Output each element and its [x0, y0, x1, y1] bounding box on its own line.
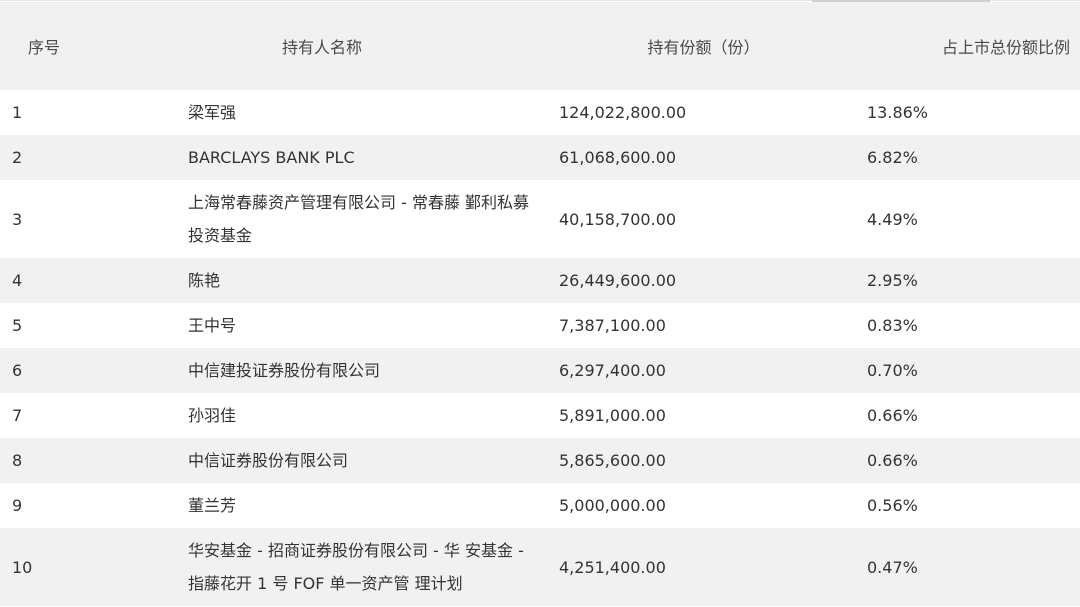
row-shares: 7,387,100.00: [559, 316, 666, 335]
row-shares: 5,865,600.00: [559, 451, 666, 470]
row-holder-name: 上海常春藤资产管理有限公司 - 常春藤 鄞利私募投资基金: [188, 193, 530, 245]
row-index: 7: [12, 406, 23, 425]
row-index: 3: [12, 209, 23, 229]
row-ratio: 0.66%: [867, 406, 918, 425]
row-holder-name: 华安基金 - 招商证券股份有限公司 - 华 安基金 - 指藤花开 1 号 FOF…: [188, 541, 524, 593]
holders-table-panel: 序号 持有人名称 持有份额（份） 占上市总份额比例 1 梁军强 124,022,…: [0, 0, 1080, 607]
header-shares: 持有份额（份）: [647, 38, 760, 57]
row-index: 6: [12, 361, 23, 380]
row-ratio: 0.83%: [867, 316, 918, 335]
row-index: 8: [12, 451, 23, 470]
row-shares: 61,068,600.00: [559, 148, 677, 167]
row-holder-name: 梁军强: [188, 103, 237, 122]
row-index: 9: [12, 496, 23, 515]
row-holder-name: 中信证券股份有限公司: [188, 451, 349, 470]
row-holder-name: 董兰芳: [188, 496, 237, 515]
row-holder-name: 孙羽佳: [188, 406, 237, 425]
row-ratio: 4.49%: [867, 209, 918, 229]
table-row: 6 中信建投证券股份有限公司 6,297,400.00 0.70%: [0, 348, 1080, 393]
row-shares: 5,000,000.00: [559, 496, 666, 515]
holders-table: 序号 持有人名称 持有份额（份） 占上市总份额比例 1 梁军强 124,022,…: [0, 2, 1080, 606]
row-shares: 4,251,400.00: [559, 557, 666, 577]
header-ratio: 占上市总份额比例: [941, 38, 1070, 57]
table-row: 5 王中号 7,387,100.00 0.83%: [0, 303, 1080, 348]
row-shares: 5,891,000.00: [559, 406, 666, 425]
row-shares: 40,158,700.00: [559, 209, 677, 229]
row-holder-name: 中信建投证券股份有限公司: [188, 361, 381, 380]
table-header-row: 序号 持有人名称 持有份额（份） 占上市总份额比例: [0, 2, 1080, 90]
row-holder-name: 王中号: [188, 316, 237, 335]
row-ratio: 2.95%: [867, 271, 918, 290]
row-index: 5: [12, 316, 23, 335]
row-holder-name: BARCLAYS BANK PLC: [188, 148, 355, 167]
table-row: 10 华安基金 - 招商证券股份有限公司 - 华 安基金 - 指藤花开 1 号 …: [0, 528, 1080, 606]
row-index: 2: [12, 148, 23, 167]
row-holder-name: 陈艳: [188, 271, 221, 290]
table-row: 3 上海常春藤资产管理有限公司 - 常春藤 鄞利私募投资基金 40,158,70…: [0, 180, 1080, 258]
row-shares: 6,297,400.00: [559, 361, 666, 380]
row-index: 10: [12, 557, 33, 577]
row-ratio: 13.86%: [867, 103, 929, 122]
row-ratio: 6.82%: [867, 148, 918, 167]
row-ratio: 0.47%: [867, 557, 918, 577]
row-ratio: 0.66%: [867, 451, 918, 470]
row-shares: 124,022,800.00: [559, 103, 687, 122]
row-index: 1: [12, 103, 23, 122]
header-index: 序号: [27, 38, 60, 57]
row-ratio: 0.70%: [867, 361, 918, 380]
table-row: 9 董兰芳 5,000,000.00 0.56%: [0, 483, 1080, 528]
table-row: 4 陈艳 26,449,600.00 2.95%: [0, 258, 1080, 303]
row-index: 4: [12, 271, 23, 290]
row-ratio: 0.56%: [867, 496, 918, 515]
table-row: 2 BARCLAYS BANK PLC 61,068,600.00 6.82%: [0, 135, 1080, 180]
header-holder-name: 持有人名称: [281, 38, 362, 57]
table-row: 8 中信证券股份有限公司 5,865,600.00 0.66%: [0, 438, 1080, 483]
row-shares: 26,449,600.00: [559, 271, 677, 290]
table-row: 1 梁军强 124,022,800.00 13.86%: [0, 90, 1080, 135]
table-row: 7 孙羽佳 5,891,000.00 0.66%: [0, 393, 1080, 438]
